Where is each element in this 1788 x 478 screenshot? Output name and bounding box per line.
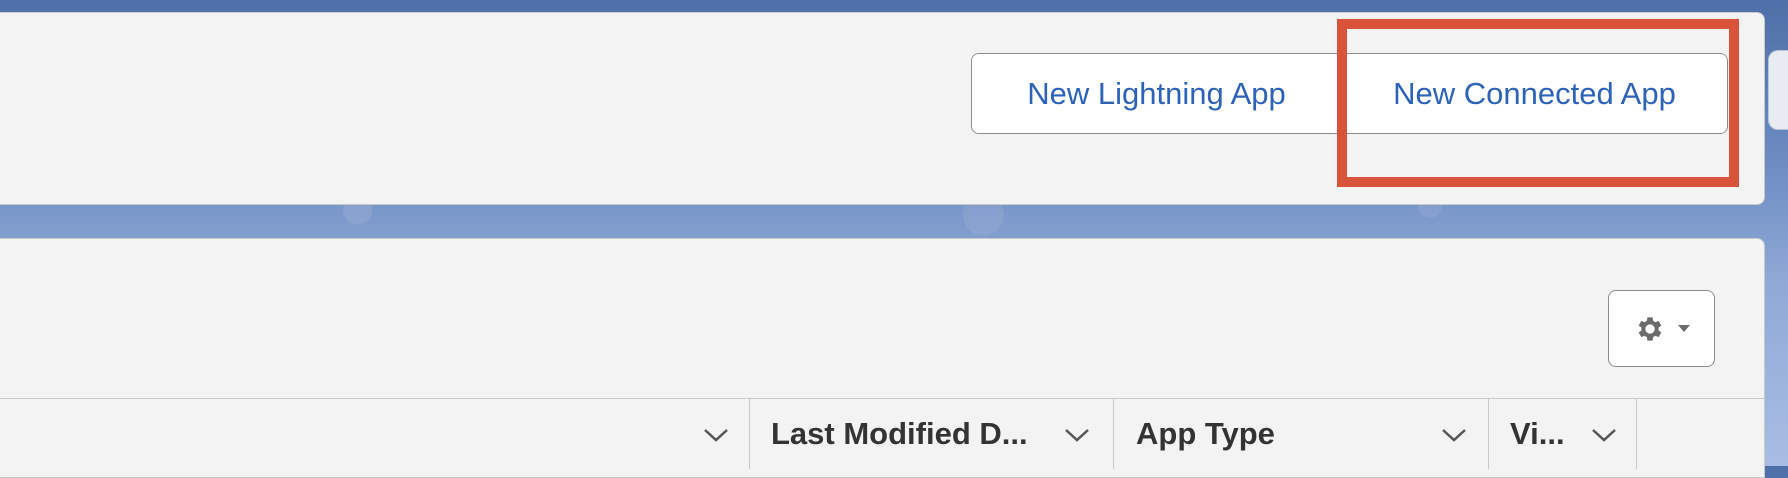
chevron-down-icon[interactable] <box>703 428 729 442</box>
list-settings-button[interactable] <box>1608 290 1715 367</box>
column-label: Vi... <box>1510 416 1565 451</box>
column-header-visible[interactable]: Vi... <box>1489 399 1637 469</box>
side-panel-handle[interactable] <box>1768 50 1788 130</box>
chevron-down-icon[interactable] <box>1441 428 1467 442</box>
new-connected-app-label: New Connected App <box>1393 75 1676 111</box>
column-label: App Type <box>1136 416 1275 451</box>
new-lightning-app-label: New Lightning App <box>1027 75 1286 111</box>
new-lightning-app-button[interactable]: New Lightning App <box>972 54 1341 133</box>
chevron-down-icon[interactable] <box>1064 428 1090 442</box>
column-label: Last Modified D... <box>771 416 1028 451</box>
table-header-row: Last Modified D... App Type Vi... <box>0 398 1765 469</box>
header-button-group: New Lightning App New Connected App <box>971 53 1728 134</box>
chevron-down-icon[interactable] <box>1591 428 1617 442</box>
new-connected-app-button[interactable]: New Connected App <box>1341 54 1727 133</box>
caret-down-icon <box>1677 324 1690 332</box>
column-header-last-modified[interactable]: Last Modified D... <box>750 399 1114 469</box>
gear-icon <box>1638 316 1661 341</box>
column-header-app-type[interactable]: App Type <box>1114 399 1489 469</box>
column-header-name[interactable] <box>0 399 750 469</box>
